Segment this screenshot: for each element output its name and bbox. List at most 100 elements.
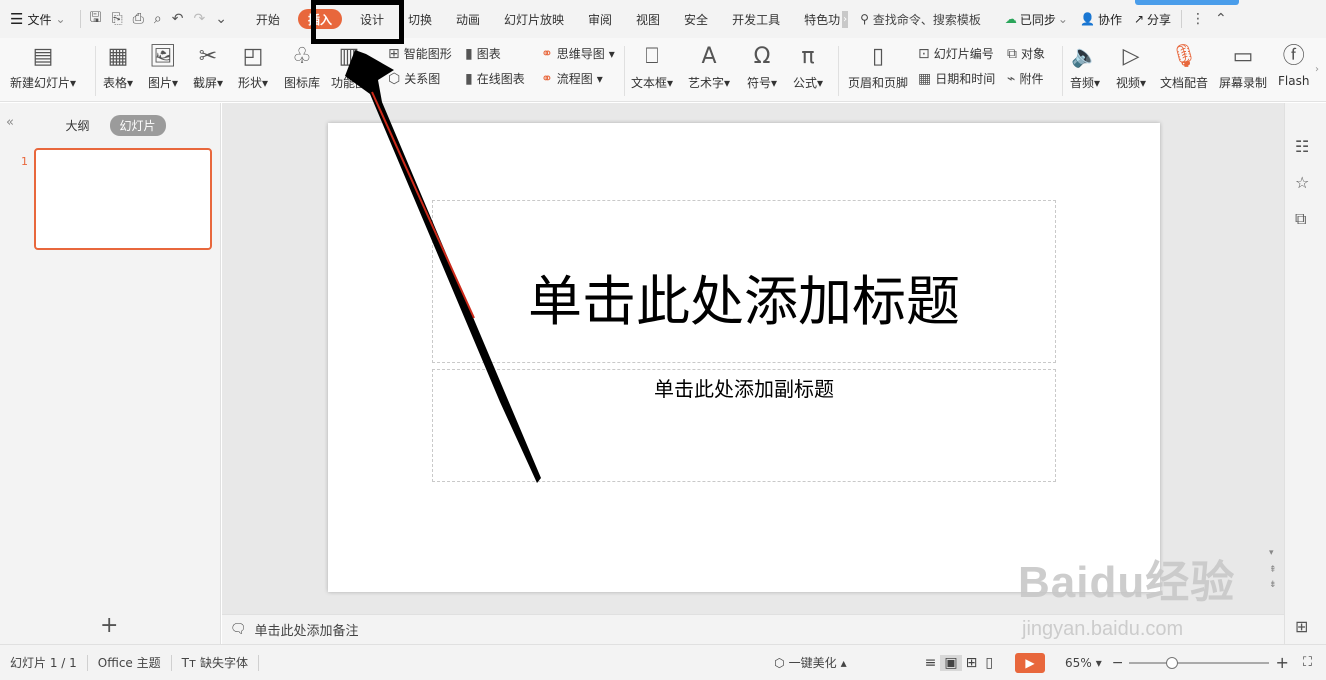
command-search[interactable]: ⚲ 查找命令、搜索模板 [848, 11, 993, 28]
attachment-button[interactable]: ⌁ 附件 [1007, 70, 1043, 87]
tab-slides[interactable]: 幻灯片 [109, 115, 166, 136]
flash-button[interactable]: ⓕ Flash [1278, 42, 1309, 88]
divider [838, 46, 839, 96]
file-menu-button[interactable]: ☰ 文件 ⌄ [0, 0, 76, 38]
video-button[interactable]: ▷ 视频▾ [1116, 42, 1146, 91]
reading-view-icon[interactable]: ▯ [981, 655, 997, 671]
smart-art-button[interactable]: ⊞ 智能图形 [388, 45, 452, 62]
chevron-down-icon: ▾ [608, 46, 615, 61]
transform-icon[interactable]: ⧉ [1295, 209, 1306, 229]
ribbon-scroll-icon[interactable]: › [1315, 64, 1319, 75]
fit-window-icon[interactable]: ⛶ [1303, 655, 1312, 670]
object-button[interactable]: ⧉ 对象 [1007, 45, 1045, 62]
relation-icon: ⬡ [388, 70, 401, 87]
zoom-slider[interactable] [1129, 656, 1270, 669]
tab-review[interactable]: 审阅 [576, 0, 624, 38]
flowchart-button[interactable]: ⚭ 流程图 ▾ [541, 70, 603, 87]
zoom-out-icon[interactable]: − [1112, 655, 1124, 671]
tab-animation[interactable]: 动画 [444, 0, 492, 38]
formula-button[interactable]: π 公式▾ [793, 42, 823, 91]
tab-developer[interactable]: 开发工具 [720, 0, 792, 38]
star-icon[interactable]: ☆ [1295, 173, 1309, 192]
more-icon[interactable]: ⌄ [210, 11, 232, 27]
grid-apps-icon[interactable]: ⊞ [1295, 617, 1308, 636]
prev-slide-icon[interactable]: ⇞ [1269, 565, 1277, 575]
symbol-button[interactable]: Ω 符号▾ [747, 42, 777, 91]
tab-features[interactable]: 特色功 [792, 0, 842, 38]
share-button[interactable]: ↗ 分享 [1128, 0, 1177, 38]
screenshot-button[interactable]: ✂ 截屏▾ [193, 42, 223, 91]
relation-button[interactable]: ⬡ 关系图 [388, 70, 440, 87]
audio-button[interactable]: 🔈 音频▾ [1070, 42, 1100, 91]
header-footer-button[interactable]: ▯ 页眉和页脚 [848, 42, 908, 91]
new-slide-button[interactable]: ▤ 新建幻灯片▾ [10, 42, 76, 91]
undo-icon[interactable]: ↶ [167, 11, 189, 27]
table-button[interactable]: ▦ 表格▾ [103, 42, 133, 91]
chart-button[interactable]: ▮ 图表 [465, 45, 501, 62]
redo-icon[interactable]: ↷ [188, 11, 210, 27]
slide[interactable]: 单击此处添加标题 单击此处添加副标题 [328, 123, 1160, 592]
print-preview-icon[interactable]: ⌕ [149, 11, 167, 27]
title-placeholder[interactable]: 单击此处添加标题 [432, 200, 1056, 363]
bar-chart-icon: ▮ [465, 45, 473, 62]
vertical-scrollbar[interactable]: ▾ ⇞ ⇟ [1266, 120, 1280, 600]
slide-count: 幻灯片 1 / 1 [10, 656, 77, 670]
mind-map-button[interactable]: ⚭ 思维导图 ▾ [541, 45, 615, 62]
tab-view[interactable]: 视图 [624, 0, 672, 38]
notes-toggle-icon[interactable]: ≡ [921, 655, 941, 671]
object-icon: ⧉ [1007, 45, 1017, 62]
add-slide-icon[interactable]: + [100, 613, 118, 638]
cube-icon: ⬡ [774, 655, 785, 670]
slide-number-button[interactable]: ⊡ 幻灯片编号 [918, 45, 994, 62]
tab-home[interactable]: 开始 [244, 0, 292, 38]
chevron-down-icon: ▾ [1095, 655, 1102, 670]
online-chart-button[interactable]: ▮ 在线图表 [465, 70, 525, 87]
collaborate-button[interactable]: 👤 协作 [1074, 0, 1128, 38]
save-icon[interactable]: 🖫 [85, 7, 107, 31]
normal-view-icon[interactable]: ▣ [940, 654, 962, 671]
microphone-icon: 🎙 [1170, 44, 1198, 69]
text-voice-button[interactable]: 🎙 文档配音 [1160, 42, 1208, 91]
beautify-button[interactable]: ⬡ 一键美化 ▴ [764, 654, 857, 671]
export-icon[interactable]: ⎘ [106, 11, 127, 27]
subtitle-placeholder[interactable]: 单击此处添加副标题 [432, 369, 1056, 482]
wordart-icon: A [701, 44, 717, 69]
missing-fonts-button[interactable]: Tт 缺失字体 [172, 654, 258, 671]
share-icon: ↗ [1133, 12, 1145, 26]
chevron-down-icon: ⌄ [55, 12, 66, 26]
font-icon: Tт [181, 655, 196, 670]
shape-button[interactable]: ◰ 形状▾ [238, 42, 268, 91]
pi-icon: π [801, 44, 815, 69]
zoom-dropdown[interactable]: 65% ▾ [1055, 656, 1112, 670]
icon-library-button[interactable]: ♧ 图标库 [284, 42, 320, 91]
divider [79, 10, 81, 28]
textbox-button[interactable]: ⎕ 文本框▾ [631, 42, 673, 91]
next-slide-icon[interactable]: ⇟ [1269, 580, 1277, 590]
tab-slideshow[interactable]: 幻灯片放映 [492, 0, 576, 38]
sync-status[interactable]: ☁ 已同步 ⌄ [999, 0, 1074, 38]
function-chart-button[interactable]: ▥ 功能图 [331, 42, 367, 91]
datetime-button[interactable]: ▦ 日期和时间 [918, 70, 995, 87]
tab-outline[interactable]: 大纲 [55, 115, 99, 136]
cloud-check-icon: ☁ [1004, 12, 1017, 26]
scroll-down-icon[interactable]: ▾ [1269, 548, 1274, 558]
highlight-box [311, 0, 404, 44]
picture-button[interactable]: 🖼 图片▾ [148, 42, 178, 91]
hamburger-icon: ☰ [10, 10, 24, 28]
kebab-menu-icon[interactable]: ⋮ [1186, 11, 1210, 27]
wordart-button[interactable]: A 艺术字▾ [688, 42, 730, 91]
print-icon[interactable]: ⎙ [128, 11, 149, 27]
slide-sorter-icon[interactable]: ⊞ [962, 655, 982, 671]
play-slideshow-button[interactable]: ▶ [1015, 652, 1046, 673]
slide-thumbnail[interactable] [34, 148, 212, 250]
zoom-slider-knob[interactable] [1166, 656, 1179, 669]
baidu-watermark: Baidu经验 jingyan.baidu.com [1018, 546, 1235, 640]
settings-sliders-icon[interactable]: ☷ [1295, 137, 1309, 156]
theme-name[interactable]: Office 主题 [88, 654, 171, 671]
divider [624, 46, 625, 96]
tab-security[interactable]: 安全 [672, 0, 720, 38]
collapse-ribbon-icon[interactable]: ⌃ [1210, 11, 1232, 27]
divider [1181, 10, 1183, 28]
zoom-in-icon[interactable]: + [1275, 653, 1288, 672]
screen-record-button[interactable]: ▭ 屏幕录制 [1219, 42, 1267, 91]
